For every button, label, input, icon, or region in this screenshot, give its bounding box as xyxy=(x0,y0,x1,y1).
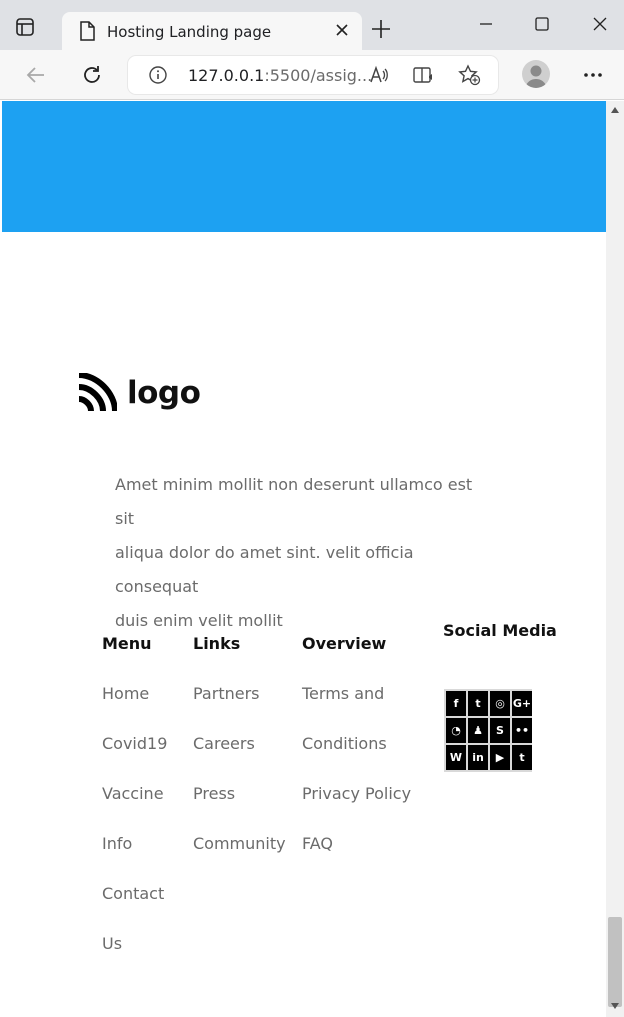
overview-heading: Overview xyxy=(302,634,387,653)
overview-link-privacy[interactable]: Privacy Policy xyxy=(302,784,411,834)
twitter-icon[interactable]: t xyxy=(468,691,488,716)
scroll-down-arrow-icon[interactable] xyxy=(611,1003,619,1009)
instagram-icon[interactable]: ◎ xyxy=(490,691,510,716)
links-link-partners[interactable]: Partners xyxy=(193,684,286,734)
url-path: :5500/assig... xyxy=(264,66,373,85)
close-tab-icon[interactable] xyxy=(334,22,350,43)
footer-links-column: Links Partners Careers Press Community xyxy=(193,634,286,884)
profile-avatar[interactable] xyxy=(522,60,550,88)
back-icon[interactable] xyxy=(24,63,48,92)
site-logo[interactable]: logo xyxy=(77,373,201,413)
menu-link-us[interactable]: Us xyxy=(102,934,167,984)
social-icons-grid: f t ◎ G+ ◔ ♟ S •• Win ▶ t xyxy=(444,689,532,772)
tab-strip: Hosting Landing page xyxy=(0,0,624,50)
footer-overview-column: Overview Terms and Conditions Privacy Po… xyxy=(302,634,411,884)
footer-menu-column: Menu Home Covid19 Vaccine Info Contact U… xyxy=(102,634,167,984)
menu-link-home[interactable]: Home xyxy=(102,684,167,734)
active-tab[interactable]: Hosting Landing page xyxy=(62,12,362,50)
new-tab-icon[interactable] xyxy=(370,18,392,45)
read-aloud-icon[interactable] xyxy=(368,64,390,91)
overview-link-conditions[interactable]: Conditions xyxy=(302,734,411,784)
menu-heading: Menu xyxy=(102,634,152,653)
menu-link-contact[interactable]: Contact xyxy=(102,884,167,934)
about-line: duis enim velit mollit xyxy=(115,611,283,630)
immersive-reader-icon[interactable] xyxy=(412,64,434,91)
reload-icon[interactable] xyxy=(80,63,104,92)
rss-logo-icon xyxy=(78,373,117,412)
social-media-heading: Social Media xyxy=(443,621,557,640)
url-text[interactable]: 127.0.0.1:5500/assig... xyxy=(188,66,372,85)
snapchat-icon[interactable]: ♟ xyxy=(468,718,488,743)
links-link-community[interactable]: Community xyxy=(193,834,286,884)
youtube-icon[interactable]: ▶ xyxy=(490,745,510,770)
footer-about-text: Amet minim mollit non deserunt ullamco e… xyxy=(115,468,485,638)
about-line: aliqua dolor do amet sint. velit officia… xyxy=(115,543,414,596)
page-viewport: logo Amet minim mollit non deserunt ulla… xyxy=(2,101,606,1017)
overview-link-faq[interactable]: FAQ xyxy=(302,834,411,884)
tumblr-icon[interactable]: t xyxy=(512,745,532,770)
hero-banner xyxy=(2,101,606,232)
links-link-careers[interactable]: Careers xyxy=(193,734,286,784)
logo-text: logo xyxy=(127,375,201,411)
google-plus-icon[interactable]: G+ xyxy=(512,691,532,716)
skype-icon[interactable]: S xyxy=(490,718,510,743)
vertical-scrollbar[interactable] xyxy=(606,101,624,1017)
maximize-icon[interactable] xyxy=(532,14,552,39)
browser-toolbar: 127.0.0.1:5500/assig... xyxy=(0,50,624,100)
address-bar[interactable]: 127.0.0.1:5500/assig... xyxy=(128,56,498,94)
links-link-press[interactable]: Press xyxy=(193,784,286,834)
linkedin-icon[interactable]: in xyxy=(468,745,488,770)
site-info-icon[interactable] xyxy=(148,65,168,90)
scrollbar-thumb[interactable] xyxy=(608,917,622,1007)
overview-link-terms[interactable]: Terms and xyxy=(302,684,411,734)
minimize-icon[interactable] xyxy=(476,14,496,39)
links-heading: Links xyxy=(193,634,241,653)
window-close-icon[interactable] xyxy=(590,14,610,39)
whatsapp-icon[interactable]: ◔ xyxy=(446,718,466,743)
document-icon xyxy=(78,21,96,46)
url-host: 127.0.0.1 xyxy=(188,66,265,85)
about-line: Amet minim mollit non deserunt ullamco e… xyxy=(115,475,473,528)
wordpress-icon[interactable]: W xyxy=(446,745,466,770)
flickr-icon[interactable]: •• xyxy=(512,718,532,743)
browser-window: Hosting Landing page 127.0.0.1:5500/assi… xyxy=(0,0,624,1017)
menu-link-covid19[interactable]: Covid19 xyxy=(102,734,167,784)
add-favorite-icon[interactable] xyxy=(458,64,482,91)
menu-link-vaccine[interactable]: Vaccine xyxy=(102,784,167,834)
scroll-up-arrow-icon[interactable] xyxy=(611,107,619,113)
tab-title: Hosting Landing page xyxy=(107,23,272,41)
more-menu-icon[interactable] xyxy=(582,65,604,90)
menu-link-info[interactable]: Info xyxy=(102,834,167,884)
tab-actions-icon[interactable] xyxy=(14,16,50,46)
facebook-icon[interactable]: f xyxy=(446,691,466,716)
